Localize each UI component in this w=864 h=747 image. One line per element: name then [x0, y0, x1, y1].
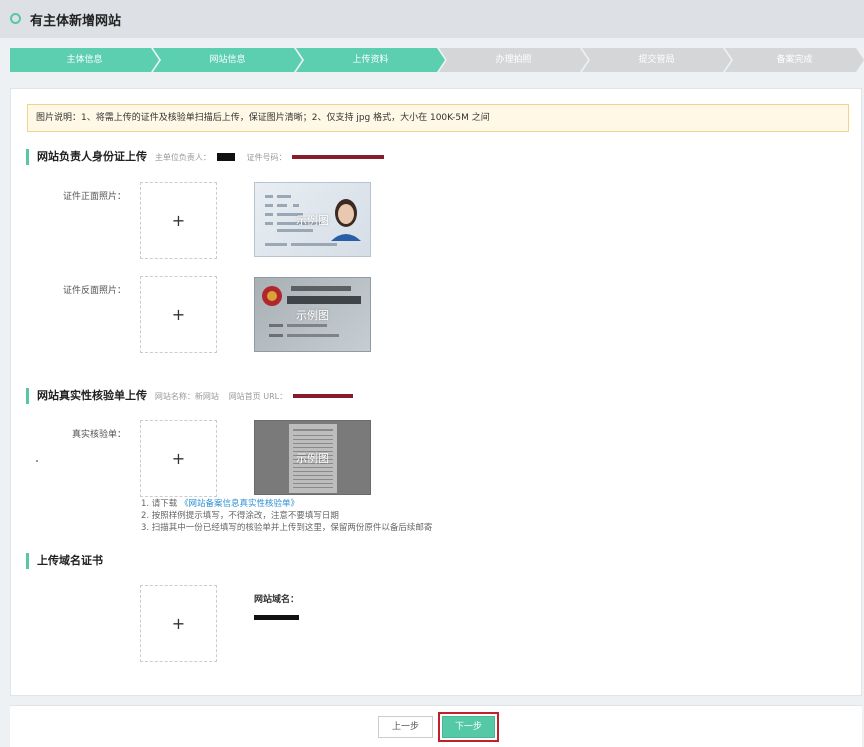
back-photo-label: 证件反面照片：	[62, 286, 126, 296]
step-5: 提交管局	[582, 48, 731, 72]
step-2: 网站信息	[153, 48, 302, 72]
verify-sheet-label: 真实核验单：	[71, 430, 126, 440]
id-number-label: 证件号码：	[246, 153, 287, 162]
step-1: 主体信息	[10, 48, 159, 72]
page-title: 有主体新增网站	[30, 14, 122, 29]
domain-label: 网站域名：	[254, 595, 300, 605]
back-photo-upload[interactable]: +	[140, 276, 217, 353]
step-3: 上传资料	[296, 48, 445, 72]
front-photo-sample: 示例图	[254, 182, 371, 257]
plus-icon: +	[171, 614, 186, 633]
verify-sheet-upload[interactable]: +	[140, 420, 217, 497]
plus-icon: +	[171, 305, 186, 324]
step-6: 备案完成	[725, 48, 864, 72]
next-step-button[interactable]: 下一步	[442, 716, 495, 738]
owner-label: 主单位负责人：	[154, 153, 211, 162]
front-photo-label: 证件正面照片：	[62, 192, 126, 202]
step-4: 办理拍照	[439, 48, 588, 72]
sample-caption: 示例图	[296, 452, 329, 465]
site-url-label: 网站首页 URL：	[228, 392, 288, 401]
section-verify-heading: 网站真实性核验单上传	[37, 389, 147, 402]
redacted-url	[292, 394, 353, 398]
title-bar: 有主体新增网站	[0, 0, 864, 38]
content-panel: 图片说明：1、将需上传的证件及核验单扫描后上传，保证图片清晰；2、仅支持 jpg…	[10, 88, 862, 696]
section-domain-upload: 上传域名证书	[26, 553, 103, 569]
hint-line-3: 3. 扫描其中一份已经填写的核验单并上传到这里，保留两份原件以备后续邮寄	[141, 523, 433, 533]
section-id-heading: 网站负责人身份证上传	[37, 150, 147, 163]
back-photo-sample: 示例图	[254, 277, 371, 352]
section-domain-heading: 上传域名证书	[37, 554, 103, 567]
download-verify-sheet-link[interactable]: 《网站备案信息真实性核验单》	[180, 499, 299, 509]
notice-banner: 图片说明：1、将需上传的证件及核验单扫描后上传，保证图片清晰；2、仅支持 jpg…	[27, 104, 849, 132]
divider-dot	[36, 460, 38, 462]
domain-cert-upload[interactable]: +	[140, 585, 217, 662]
section-verify-upload: 网站真实性核验单上传 网站名称：新网站 网站首页 URL：	[26, 388, 353, 404]
prev-step-button[interactable]: 上一步	[378, 716, 433, 738]
hint-line-2: 2. 按照样例提示填写，不得涂改，注意不要填写日期	[141, 511, 339, 521]
front-photo-upload[interactable]: +	[140, 182, 217, 259]
redacted-owner	[216, 153, 235, 161]
sample-caption: 示例图	[296, 309, 329, 322]
sample-caption: 示例图	[296, 214, 329, 227]
redacted-id-number	[292, 155, 385, 159]
verify-hints: 1. 请下载 《网站备案信息真实性核验单》 2. 按照样例提示填写，不得涂改，注…	[141, 498, 432, 534]
site-name-text: 网站名称：新网站	[154, 392, 219, 401]
redacted-domain	[254, 615, 299, 620]
progress-steps: 主体信息 网站信息 上传资料 办理拍照 提交管局 备案完成	[10, 48, 864, 72]
section-id-upload: 网站负责人身份证上传 主单位负责人： 证件号码：	[26, 149, 385, 165]
footer-bar: 上一步 下一步	[10, 705, 862, 747]
plus-icon: +	[171, 449, 186, 468]
title-circle-icon	[10, 13, 21, 24]
verify-sheet-sample: 示例图	[254, 420, 371, 495]
hint-line-1-text: 1. 请下载	[141, 499, 178, 509]
plus-icon: +	[171, 211, 186, 230]
hint-line-1: 1. 请下载 《网站备案信息真实性核验单》	[141, 498, 432, 510]
